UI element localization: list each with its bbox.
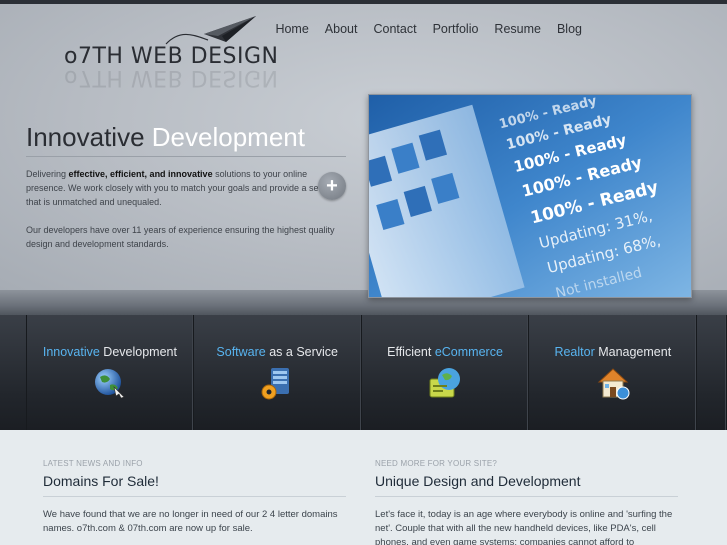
hero-paragraph-2: Our developers have over 11 years of exp… [26, 225, 335, 249]
news-title[interactable]: Domains For Sale! [43, 473, 346, 489]
more-divider [375, 496, 678, 497]
hero-divider [26, 156, 346, 157]
news-body: We have found that we are no longer in n… [43, 509, 338, 534]
site-logo[interactable]: o7TH WEB DESIGN o7TH WEB DESIGN [64, 10, 279, 90]
hero-paragraph-1: Delivering effective, efficient, and inn… [26, 167, 346, 209]
more-title[interactable]: Unique Design and Development [375, 473, 678, 489]
hero-para1-bold: effective, efficient, and innovative [68, 169, 213, 179]
service-software-as-a-service[interactable]: Software as a Service [194, 315, 362, 430]
hero-headline-part2: Development [151, 122, 305, 152]
service-plain: Efficient [387, 345, 435, 359]
more-body: Let's face it, today is an age where eve… [375, 509, 673, 545]
service-overflow-panel [697, 315, 727, 430]
service-title: Efficient eCommerce [362, 345, 529, 359]
plus-icon[interactable]: + [318, 172, 346, 200]
house-icon [597, 368, 630, 400]
logo-reflection: o7TH WEB DESIGN [64, 65, 279, 90]
nav-resume[interactable]: Resume [494, 22, 541, 36]
news-divider [43, 496, 346, 497]
service-rest: as a Service [265, 345, 339, 359]
nav-home[interactable]: Home [275, 22, 308, 36]
service-efficient-ecommerce[interactable]: Efficient eCommerce [362, 315, 530, 430]
news-column: LATEST NEWS AND INFO Domains For Sale! W… [43, 430, 346, 536]
service-title: Realtor Management [529, 345, 696, 359]
globe-icon [94, 369, 125, 399]
nav-about[interactable]: About [325, 22, 358, 36]
service-realtor-management[interactable]: Realtor Management [529, 315, 698, 430]
services-band: Innovative Development Software as a Ser… [0, 315, 727, 430]
nav-contact[interactable]: Contact [373, 22, 416, 36]
hero-screenshot-image: 100% - Ready 100% - Ready 100% - Ready 1… [368, 94, 692, 298]
nav-blog[interactable]: Blog [557, 22, 582, 36]
hero-headline: Innovative Development [26, 122, 305, 153]
more-kicker: NEED MORE FOR YOUR SITE? [375, 459, 498, 468]
content-section: LATEST NEWS AND INFO Domains For Sale! W… [0, 430, 727, 545]
service-innovative-development[interactable]: Innovative Development [26, 315, 194, 430]
nav-portfolio[interactable]: Portfolio [433, 22, 479, 36]
service-accent: eCommerce [434, 345, 503, 359]
gear-server-icon [261, 368, 290, 400]
ecommerce-icon [429, 368, 460, 398]
hero-image-graphic: 100% - Ready 100% - Ready 100% - Ready 1… [369, 95, 691, 297]
hero-headline-part1: Innovative [26, 122, 145, 152]
hero-para1-lead: Delivering [26, 169, 69, 179]
service-rest: Development [99, 345, 177, 359]
service-title: Software as a Service [194, 345, 361, 359]
more-column: NEED MORE FOR YOUR SITE? Unique Design a… [375, 430, 678, 545]
service-title: Innovative Development [27, 345, 193, 359]
service-accent: Innovative [42, 345, 100, 359]
service-rest: Management [594, 345, 672, 359]
service-accent: Software [216, 345, 266, 359]
main-nav: Home About Contact Portfolio Resume Blog [275, 22, 582, 36]
service-accent: Realtor [554, 345, 595, 359]
news-kicker: LATEST NEWS AND INFO [43, 459, 143, 468]
